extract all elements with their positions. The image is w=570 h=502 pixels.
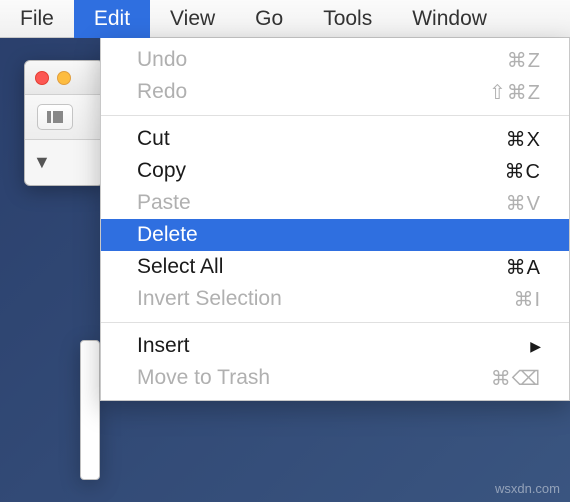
menu-item-delete[interactable]: Delete: [101, 219, 569, 251]
menu-separator: [101, 322, 569, 323]
menu-item-shortcut: ⌘⌫: [491, 366, 541, 391]
menu-item-copy[interactable]: Copy ⌘C: [101, 155, 569, 187]
edit-menu-dropdown: Undo ⌘Z Redo ⇧⌘Z Cut ⌘X Copy ⌘C Paste ⌘V…: [100, 38, 570, 401]
menubar: File Edit View Go Tools Window: [0, 0, 570, 38]
menu-item-label: Redo: [137, 80, 187, 104]
window-body: ▼: [25, 140, 103, 185]
app-window: ▼: [24, 60, 104, 186]
menu-item-redo[interactable]: Redo ⇧⌘Z: [101, 76, 569, 108]
menu-item-shortcut: ⌘C: [505, 159, 541, 184]
menu-item-shortcut: ⌘V: [506, 191, 541, 216]
menu-item-label: Undo: [137, 48, 187, 72]
menu-item-undo[interactable]: Undo ⌘Z: [101, 44, 569, 76]
window-minimize-button[interactable]: [57, 71, 71, 85]
menu-item-label: Select All: [137, 255, 223, 279]
menu-item-shortcut: ⌘Z: [507, 48, 541, 73]
menu-item-invert-selection[interactable]: Invert Selection ⌘I: [101, 283, 569, 315]
menu-item-label: Paste: [137, 191, 191, 215]
menu-item-label: Invert Selection: [137, 287, 282, 311]
menu-item-shortcut: ⇧⌘Z: [489, 80, 541, 105]
menu-item-insert[interactable]: Insert ▶: [101, 330, 569, 362]
sidebar-toggle-button[interactable]: [37, 104, 73, 130]
menu-item-paste[interactable]: Paste ⌘V: [101, 187, 569, 219]
window-toolbar: [25, 95, 103, 140]
chevron-down-icon: ▼: [33, 152, 51, 173]
menu-item-move-to-trash[interactable]: Move to Trash ⌘⌫: [101, 362, 569, 394]
menu-item-shortcut: ⌘X: [506, 127, 541, 152]
menu-item-label: Insert: [137, 334, 190, 358]
menu-item-label: Delete: [137, 223, 198, 247]
menu-item-label: Cut: [137, 127, 170, 151]
menu-item-select-all[interactable]: Select All ⌘A: [101, 251, 569, 283]
menu-tools[interactable]: Tools: [303, 0, 392, 38]
sidebar-icon: [47, 111, 63, 123]
menu-file[interactable]: File: [0, 0, 74, 38]
menu-window[interactable]: Window: [392, 0, 507, 38]
secondary-window: [80, 340, 100, 480]
menu-view[interactable]: View: [150, 0, 235, 38]
submenu-arrow-icon: ▶: [530, 338, 541, 355]
menu-separator: [101, 115, 569, 116]
watermark: wsxdn.com: [495, 481, 560, 496]
disclosure-row[interactable]: ▼: [33, 152, 95, 173]
menu-item-label: Move to Trash: [137, 366, 270, 390]
menu-item-label: Copy: [137, 159, 186, 183]
menu-item-shortcut: ⌘I: [513, 287, 541, 312]
menu-go[interactable]: Go: [235, 0, 303, 38]
menu-edit[interactable]: Edit: [74, 0, 150, 38]
window-titlebar[interactable]: [25, 61, 103, 95]
window-close-button[interactable]: [35, 71, 49, 85]
menu-item-cut[interactable]: Cut ⌘X: [101, 123, 569, 155]
menu-item-shortcut: ⌘A: [506, 255, 541, 280]
